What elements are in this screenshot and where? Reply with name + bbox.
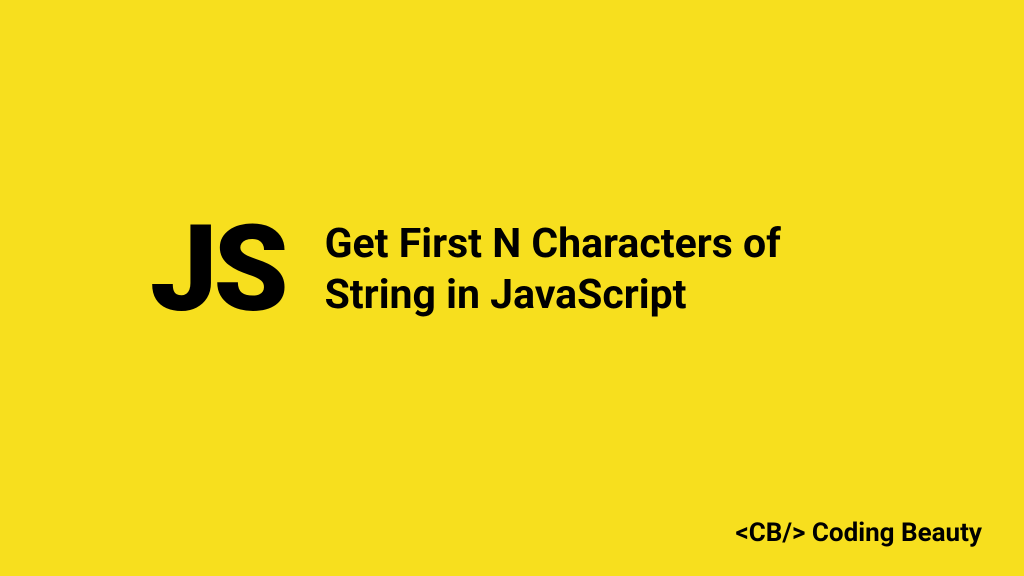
title-line-2: String in JavaScript bbox=[325, 270, 781, 321]
main-content: JS Get First N Characters of String in J… bbox=[150, 210, 964, 330]
brand-footer: <CB/> Coding Beauty bbox=[736, 518, 982, 548]
js-logo: JS bbox=[150, 210, 285, 330]
title-line-1: Get First N Characters of bbox=[325, 219, 781, 270]
article-title: Get First N Characters of String in Java… bbox=[325, 219, 781, 322]
